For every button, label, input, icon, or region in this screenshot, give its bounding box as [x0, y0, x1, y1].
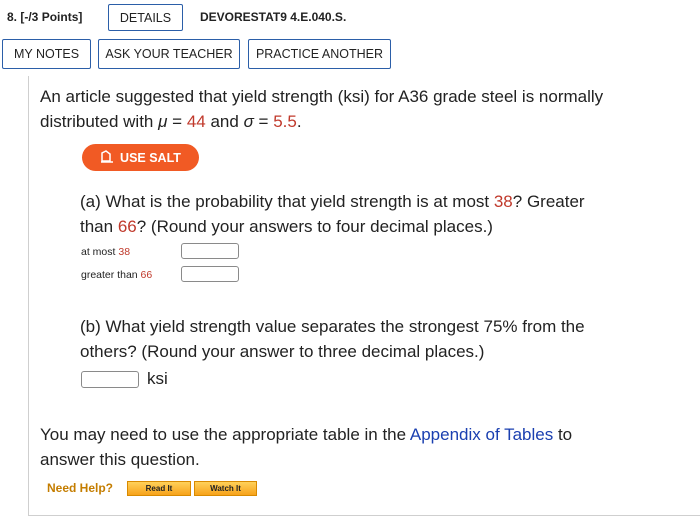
- part-a-line-1: (a) What is the probability that yield s…: [80, 192, 585, 211]
- appendix-link[interactable]: Appendix of Tables: [410, 425, 553, 444]
- greater-than-answer-input[interactable]: [181, 266, 239, 282]
- part-b-question: (b) What yield strength value separates …: [80, 314, 585, 364]
- part-a-question: (a) What is the probability that yield s…: [80, 189, 585, 239]
- appendix-line-1: You may need to use the appropriate tabl…: [40, 425, 573, 444]
- part-b-line-2: others? (Round your answer to three deci…: [80, 342, 485, 361]
- part-a-line-2: than 66? (Round your answers to four dec…: [80, 217, 493, 236]
- practice-another-button[interactable]: PRACTICE ANOTHER: [248, 39, 391, 69]
- at-most-answer-input[interactable]: [181, 243, 239, 259]
- sigma-value: 5.5: [273, 112, 297, 131]
- points-label: [-/3 Points]: [20, 10, 83, 24]
- greater-than-label: greater than 66: [81, 269, 153, 281]
- problem-code: DEVORESTAT9 4.E.040.S.: [200, 10, 347, 24]
- at-most-label: at most 38: [81, 246, 131, 258]
- read-it-button[interactable]: Read It: [127, 481, 191, 496]
- part-b-line-1: (b) What yield strength value separates …: [80, 317, 585, 336]
- watch-it-button[interactable]: Watch It: [194, 481, 257, 496]
- sigma-symbol: σ: [243, 112, 254, 131]
- need-help-label: Need Help?: [47, 481, 114, 495]
- appendix-line-2: answer this question.: [40, 450, 200, 469]
- mu-value: 44: [186, 112, 206, 131]
- appendix-note: You may need to use the appropriate tabl…: [40, 422, 572, 472]
- question-header: 8. [-/3 Points]: [7, 10, 82, 24]
- my-notes-button[interactable]: MY NOTES: [2, 39, 91, 69]
- intro-text: An article suggested that yield strength…: [40, 84, 603, 134]
- question-number: 8.: [7, 10, 18, 24]
- salt-icon: [100, 149, 114, 166]
- use-salt-button[interactable]: USE SALT: [82, 144, 199, 171]
- ask-teacher-button[interactable]: ASK YOUR TEACHER: [98, 39, 240, 69]
- intro-line-2: distributed with μ = 44 and σ = 5.5.: [40, 112, 302, 131]
- use-salt-label: USE SALT: [120, 150, 181, 165]
- part-b-answer-input[interactable]: [81, 371, 139, 388]
- intro-line-1: An article suggested that yield strength…: [40, 87, 604, 106]
- details-button[interactable]: DETAILS: [108, 4, 183, 31]
- ksi-unit-label: ksi: [147, 369, 168, 388]
